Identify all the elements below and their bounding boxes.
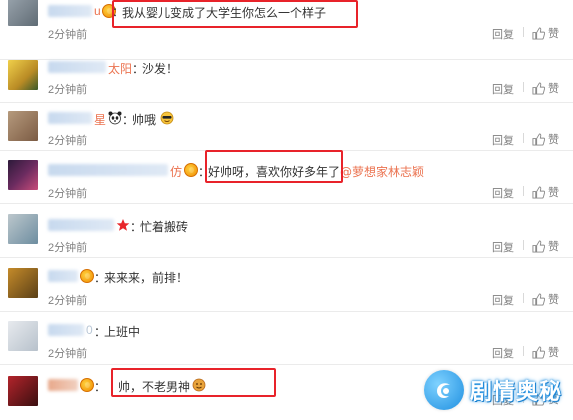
username[interactable]: 星	[94, 111, 106, 128]
comment-text: 帅，不老男神	[118, 380, 191, 394]
divider	[0, 364, 573, 365]
thumbs-up-icon	[532, 345, 545, 359]
comment-item: 0 ： 上班中 2分钟前 回复 赞	[0, 321, 573, 365]
watermark-logo-icon	[424, 370, 464, 410]
username-blur	[48, 270, 78, 282]
like-label: 赞	[548, 347, 559, 359]
like-button[interactable]: 赞	[532, 291, 559, 307]
like-button[interactable]: 赞	[532, 238, 559, 254]
timestamp: 2分钟前	[48, 29, 88, 41]
like-label: 赞	[548, 28, 559, 40]
divider	[0, 150, 573, 151]
verified-badge-icon	[184, 163, 198, 177]
comment-text: 好帅呀，喜欢你好多年了@萝想家林志颖	[208, 163, 424, 180]
like-label: 赞	[548, 294, 559, 306]
avatar[interactable]	[8, 0, 38, 26]
panda-icon	[108, 111, 122, 125]
like-label: 赞	[548, 134, 559, 146]
comment-text: 上班中	[104, 325, 141, 339]
timestamp: 2分钟前	[48, 135, 88, 147]
timestamp: 2分钟前	[48, 84, 88, 96]
thumbs-up-icon	[532, 132, 545, 146]
divider	[0, 257, 573, 258]
action-divider	[523, 240, 524, 250]
verified-badge-icon	[80, 269, 94, 283]
avatar[interactable]	[8, 376, 38, 406]
comment-item: ： 忙着搬砖 2分钟前 回复 赞	[0, 214, 573, 258]
face-emoji-icon	[192, 378, 206, 392]
colon: ：	[94, 380, 107, 394]
timestamp: 2分钟前	[48, 188, 88, 200]
username-blur	[48, 324, 84, 336]
like-button[interactable]: 赞	[532, 131, 559, 147]
comment-item: u ： 我从婴儿变成了大学生你怎么一个样子 2分钟前 回复 赞	[0, 0, 573, 60]
action-divider	[523, 293, 524, 303]
reply-button[interactable]: 回复	[492, 81, 514, 97]
like-button[interactable]: 赞	[532, 80, 559, 96]
username-blur	[48, 5, 92, 17]
divider	[0, 311, 573, 312]
like-label: 赞	[548, 241, 559, 253]
thumbs-up-icon	[532, 185, 545, 199]
thumbs-up-icon	[532, 81, 545, 95]
comment-text: 沙发！	[142, 62, 179, 76]
username[interactable]: 太阳	[108, 60, 132, 77]
action-divider	[523, 133, 524, 143]
divider	[0, 203, 573, 204]
timestamp: 2分钟前	[48, 242, 88, 254]
comment-item: 太阳 ： 沙发！ 2分钟前 回复 赞	[0, 60, 573, 103]
comment-text: 忙着搬砖	[140, 220, 189, 234]
timestamp: 2分钟前	[48, 348, 88, 360]
reply-button[interactable]: 回复	[492, 185, 514, 201]
action-divider	[523, 82, 524, 92]
thumbs-up-icon	[532, 26, 545, 40]
reply-button[interactable]: 回复	[492, 26, 514, 42]
watermark: 剧情奥秘	[424, 366, 570, 414]
comment-text: 帅哦	[132, 113, 157, 127]
divider	[0, 102, 573, 103]
avatar[interactable]	[8, 268, 38, 298]
action-divider	[523, 186, 524, 196]
avatar[interactable]	[8, 111, 38, 141]
avatar[interactable]	[8, 60, 38, 90]
username-blur	[48, 379, 78, 391]
watermark-text: 剧情奥秘	[470, 380, 563, 405]
star-icon	[116, 219, 130, 231]
comment-item: ： 来来来，前排！ 2分钟前 回复 赞	[0, 268, 573, 312]
comment-text: 我从婴儿变成了大学生你怎么一个样子	[122, 6, 327, 20]
reply-button[interactable]: 回复	[492, 292, 514, 308]
like-button[interactable]: 赞	[532, 25, 559, 41]
username-blur	[48, 219, 114, 231]
username-blur	[48, 164, 168, 176]
reply-button[interactable]: 回复	[492, 132, 514, 148]
comment-body: 好帅呀，喜欢你好多年了	[208, 165, 341, 179]
like-button[interactable]: 赞	[532, 184, 559, 200]
username-blur	[48, 61, 106, 73]
timestamp: 2分钟前	[48, 295, 88, 307]
avatar[interactable]	[8, 214, 38, 244]
comment-item: 仿 ： 好帅呀，喜欢你好多年了@萝想家林志颖 2分钟前 回复 赞	[0, 160, 573, 204]
comment-text: 来来来，前排！	[104, 271, 189, 285]
like-label: 赞	[548, 83, 559, 95]
username[interactable]: u	[94, 4, 101, 18]
cool-face-icon	[160, 111, 174, 125]
reply-button[interactable]: 回复	[492, 345, 514, 361]
comment-item: 星 ： 帅哦 2分钟前 回复 赞	[0, 111, 573, 151]
mention-link[interactable]: @萝想家林志颖	[340, 165, 424, 179]
thumbs-up-icon	[532, 292, 545, 306]
like-label: 赞	[548, 187, 559, 199]
verified-badge-icon	[80, 378, 94, 392]
avatar[interactable]	[8, 160, 38, 190]
username-blur	[48, 112, 92, 124]
like-button[interactable]: 赞	[532, 344, 559, 360]
action-divider	[523, 346, 524, 356]
username[interactable]: 仿	[170, 163, 182, 180]
username[interactable]: 0	[86, 323, 93, 337]
action-divider	[523, 27, 524, 37]
reply-button[interactable]: 回复	[492, 239, 514, 255]
thumbs-up-icon	[532, 239, 545, 253]
avatar[interactable]	[8, 321, 38, 351]
